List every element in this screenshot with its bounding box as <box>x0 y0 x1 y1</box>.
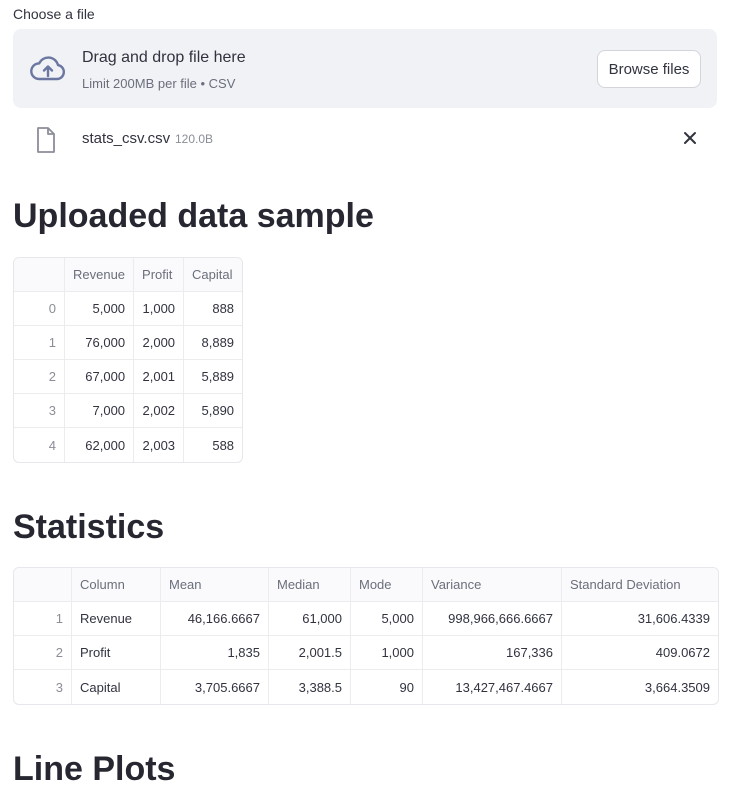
row-index: 2 <box>14 360 65 394</box>
table-row: 2 Profit 1,835 2,001.5 1,000 167,336 409… <box>14 636 718 670</box>
table-cell: 62,000 <box>65 428 135 462</box>
table-cell: 2,002 <box>134 394 185 428</box>
table-row: 4 62,000 2,003 588 <box>14 428 242 462</box>
table-cell: 1,000 <box>134 292 185 326</box>
row-index: 2 <box>14 636 72 670</box>
row-index: 1 <box>14 602 72 636</box>
table-row: 0 5,000 1,000 888 <box>14 292 243 326</box>
column-header[interactable]: Capital <box>184 258 243 292</box>
table-cell: Capital <box>72 670 161 704</box>
table-cell: 13,427,467.4667 <box>423 670 562 704</box>
file-icon <box>37 127 55 153</box>
row-index: 3 <box>14 394 65 428</box>
table-cell: 3,705.6667 <box>161 670 269 704</box>
dropzone-title: Drag and drop file here <box>82 49 246 66</box>
line-plots-heading: Line Plots <box>13 750 176 788</box>
table-row: 3 7,000 2,002 5,890 <box>14 394 243 428</box>
column-header[interactable]: Profit <box>134 258 185 292</box>
row-index: 0 <box>14 292 65 326</box>
column-header[interactable]: Standard Deviation <box>562 568 718 602</box>
sample-heading: Uploaded data sample <box>13 197 374 235</box>
row-index: 3 <box>14 670 72 704</box>
table-cell: 1,000 <box>351 636 423 670</box>
column-header[interactable]: Revenue <box>65 258 135 292</box>
statistics-heading: Statistics <box>13 508 165 546</box>
row-index: 1 <box>14 326 65 360</box>
table-cell: 61,000 <box>269 602 351 636</box>
browse-files-button[interactable]: Browse files <box>597 50 701 88</box>
cloud-upload-icon <box>30 56 66 81</box>
table-cell: 409.0672 <box>562 636 718 670</box>
file-dropzone[interactable]: Drag and drop file here Limit 200MB per … <box>13 29 717 108</box>
table-cell: 76,000 <box>65 326 135 360</box>
table-row: 1 Revenue 46,166.6667 61,000 5,000 998,9… <box>14 602 718 636</box>
index-header <box>14 568 72 602</box>
table-cell: 888 <box>184 292 243 326</box>
column-header[interactable]: Mean <box>161 568 269 602</box>
column-header[interactable]: Mode <box>351 568 423 602</box>
table-cell: 7,000 <box>65 394 135 428</box>
file-size: 120.0B <box>175 132 214 146</box>
column-header[interactable]: Column <box>72 568 161 602</box>
table-cell: 67,000 <box>65 360 135 394</box>
table-cell: 46,166.6667 <box>161 602 269 636</box>
table-cell: 2,000 <box>134 326 185 360</box>
table-cell: 588 <box>212 437 235 453</box>
table-cell: 5,000 <box>65 292 135 326</box>
uploaded-file-item: stats_csv.csv 120.0B <box>13 120 717 160</box>
table-cell: Profit <box>72 636 161 670</box>
index-header <box>14 258 65 292</box>
table-cell: 5,000 <box>351 602 423 636</box>
table-header-row: Column Mean Median Mode Variance Standar… <box>14 568 718 602</box>
table-cell: 998,966,666.6667 <box>423 602 562 636</box>
statistics-table: Column Mean Median Mode Variance Standar… <box>13 567 719 705</box>
table-cell: 5,890 <box>184 394 243 428</box>
table-cell: 167,336 <box>423 636 562 670</box>
close-icon[interactable] <box>681 129 699 147</box>
table-cell: 3,388.5 <box>269 670 351 704</box>
table-cell: 5,889 <box>184 360 243 394</box>
table-cell: 90 <box>351 670 423 704</box>
dropzone-limit-text: Limit 200MB per file • CSV <box>82 76 236 91</box>
table-cell: 1,835 <box>161 636 269 670</box>
table-row: 2 67,000 2,001 5,889 <box>14 360 243 394</box>
table-row: 1 76,000 2,000 8,889 <box>14 326 243 360</box>
file-name: stats_csv.csv <box>82 130 171 147</box>
column-header[interactable]: Variance <box>423 568 562 602</box>
table-cell: 3,664.3509 <box>644 679 710 695</box>
table-cell: Revenue <box>72 602 161 636</box>
table-cell: 2,001.5 <box>269 636 351 670</box>
table-row: 3 Capital 3,705.6667 3,388.5 90 13,427,4… <box>14 670 718 704</box>
column-header[interactable]: Median <box>269 568 351 602</box>
sample-data-table: Revenue Profit Capital 0 5,000 1,000 888… <box>13 257 244 463</box>
table-cell: 31,606.4339 <box>562 602 718 636</box>
table-cell: 2,001 <box>134 360 185 394</box>
file-uploader-label: Choose a file <box>13 6 95 22</box>
table-header-row: Revenue Profit Capital <box>14 258 243 292</box>
table-cell: 2,003 <box>134 428 185 462</box>
row-index: 4 <box>14 428 65 462</box>
table-cell: 8,889 <box>184 326 243 360</box>
